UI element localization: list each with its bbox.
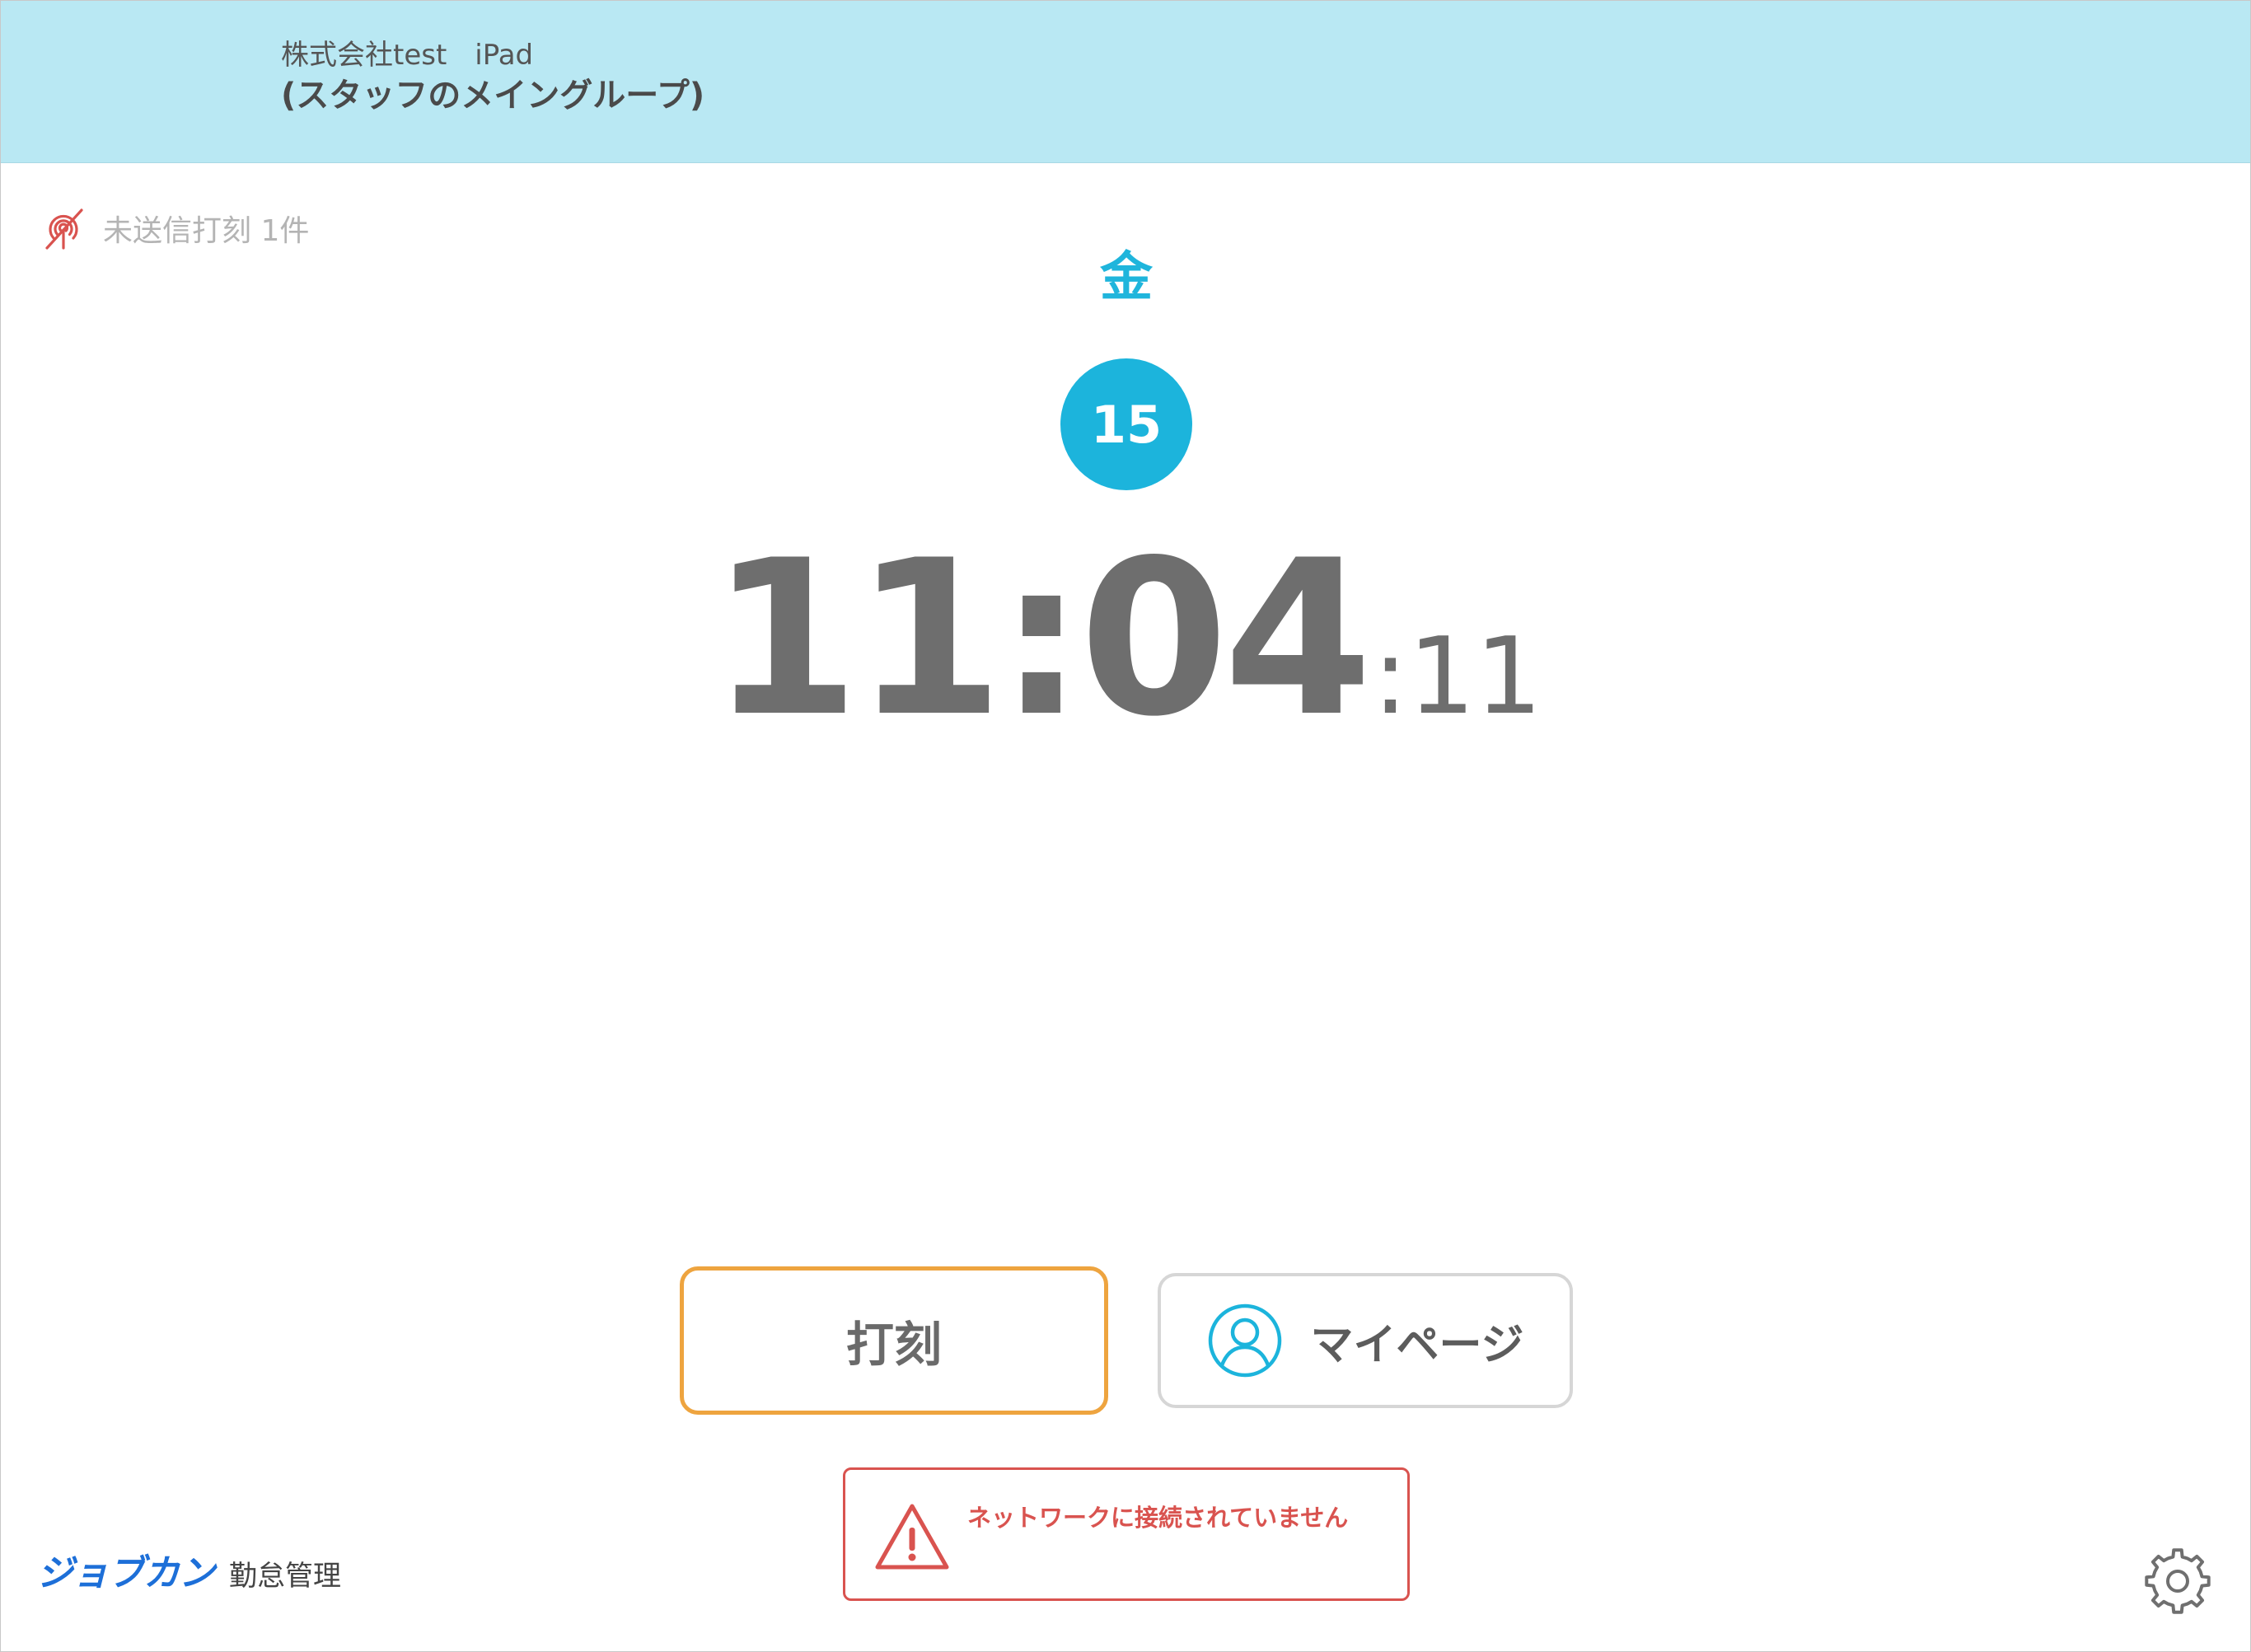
unsent-punch-status[interactable]: 未送信打刻 1件: [40, 205, 309, 251]
clock-hours-minutes: 11:04: [710, 515, 1373, 764]
warning-triangle-icon: [875, 1504, 949, 1570]
network-warning: ネットワークに接続されていません: [843, 1467, 1410, 1601]
signal-off-icon: [45, 208, 83, 250]
unsent-punch-count: 未送信打刻 1件: [103, 214, 310, 248]
gear-icon: [2145, 1548, 2211, 1614]
punch-button[interactable]: 打刻: [680, 1266, 1108, 1415]
settings-button[interactable]: [2143, 1547, 2212, 1616]
mypage-button[interactable]: マイページ: [1158, 1273, 1573, 1408]
company-device-label: 株式会社test iPad: [281, 39, 534, 72]
clock-seconds: :11: [1372, 615, 1542, 738]
network-warning-message: ネットワークに接続されていません: [967, 1504, 1349, 1532]
mypage-button-label: マイページ: [1310, 1320, 1524, 1370]
product-name: 勤怠管理: [229, 1560, 341, 1593]
user-circle-icon: [1208, 1303, 1281, 1378]
app-logo: ジョブカン 勤怠管理: [37, 1543, 341, 1596]
punch-button-label: 打刻: [845, 1317, 942, 1373]
group-label: (スタッフのメイングループ): [281, 77, 705, 115]
clock: 11:04 :11: [710, 528, 1542, 751]
header-bar: 株式会社test iPad (スタッフのメイングループ): [1, 1, 2250, 163]
app-screen: 株式会社test iPad (スタッフのメイングループ) 未送信打刻 1件 金 …: [0, 0, 2251, 1652]
date-badge: 15: [1060, 358, 1192, 490]
brand-name: ジョブカン: [37, 1552, 215, 1594]
weekday-label: 金: [1100, 247, 1153, 308]
